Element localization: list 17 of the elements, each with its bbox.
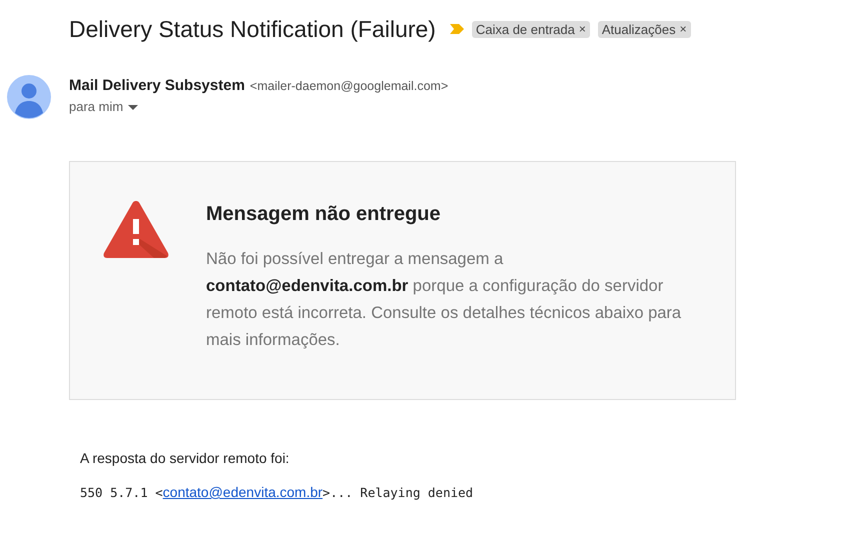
server-response: 550 5.7.1 <contato@edenvita.com.br>... Relaying denied xyxy=(80,484,474,500)
email-subject: Delivery Status Notification (Failure) xyxy=(69,16,436,42)
email-link[interactable]: contato@edenvita.com.br xyxy=(162,484,323,500)
remove-label-button[interactable]: × xyxy=(578,22,586,36)
importance-marker-icon[interactable] xyxy=(450,24,464,34)
remove-label-button[interactable]: × xyxy=(680,22,687,36)
notice-heading: Mensagem não entregue xyxy=(206,203,442,226)
sender-address: <mailer-daemon@googlemail.com> xyxy=(250,79,448,93)
warning-icon xyxy=(102,199,170,259)
label-chip: Atualizações × xyxy=(598,20,691,38)
recipient-text: para mim xyxy=(69,99,124,114)
sender-name: Mail Delivery Subsystem xyxy=(69,77,245,94)
response-intro: A resposta do servidor remoto foi: xyxy=(80,450,290,466)
notice-message: Não foi possível entregar a mensagem a contato@edenvita.com.br porque a configuração do servidor remoto está incorreta. Consulte os detalhes técnicos abaixo para mais informações. xyxy=(206,249,682,351)
caret-icon[interactable] xyxy=(128,105,138,111)
label-chip: Caixa de entrada × xyxy=(472,20,590,38)
avatar-icon xyxy=(7,75,51,119)
